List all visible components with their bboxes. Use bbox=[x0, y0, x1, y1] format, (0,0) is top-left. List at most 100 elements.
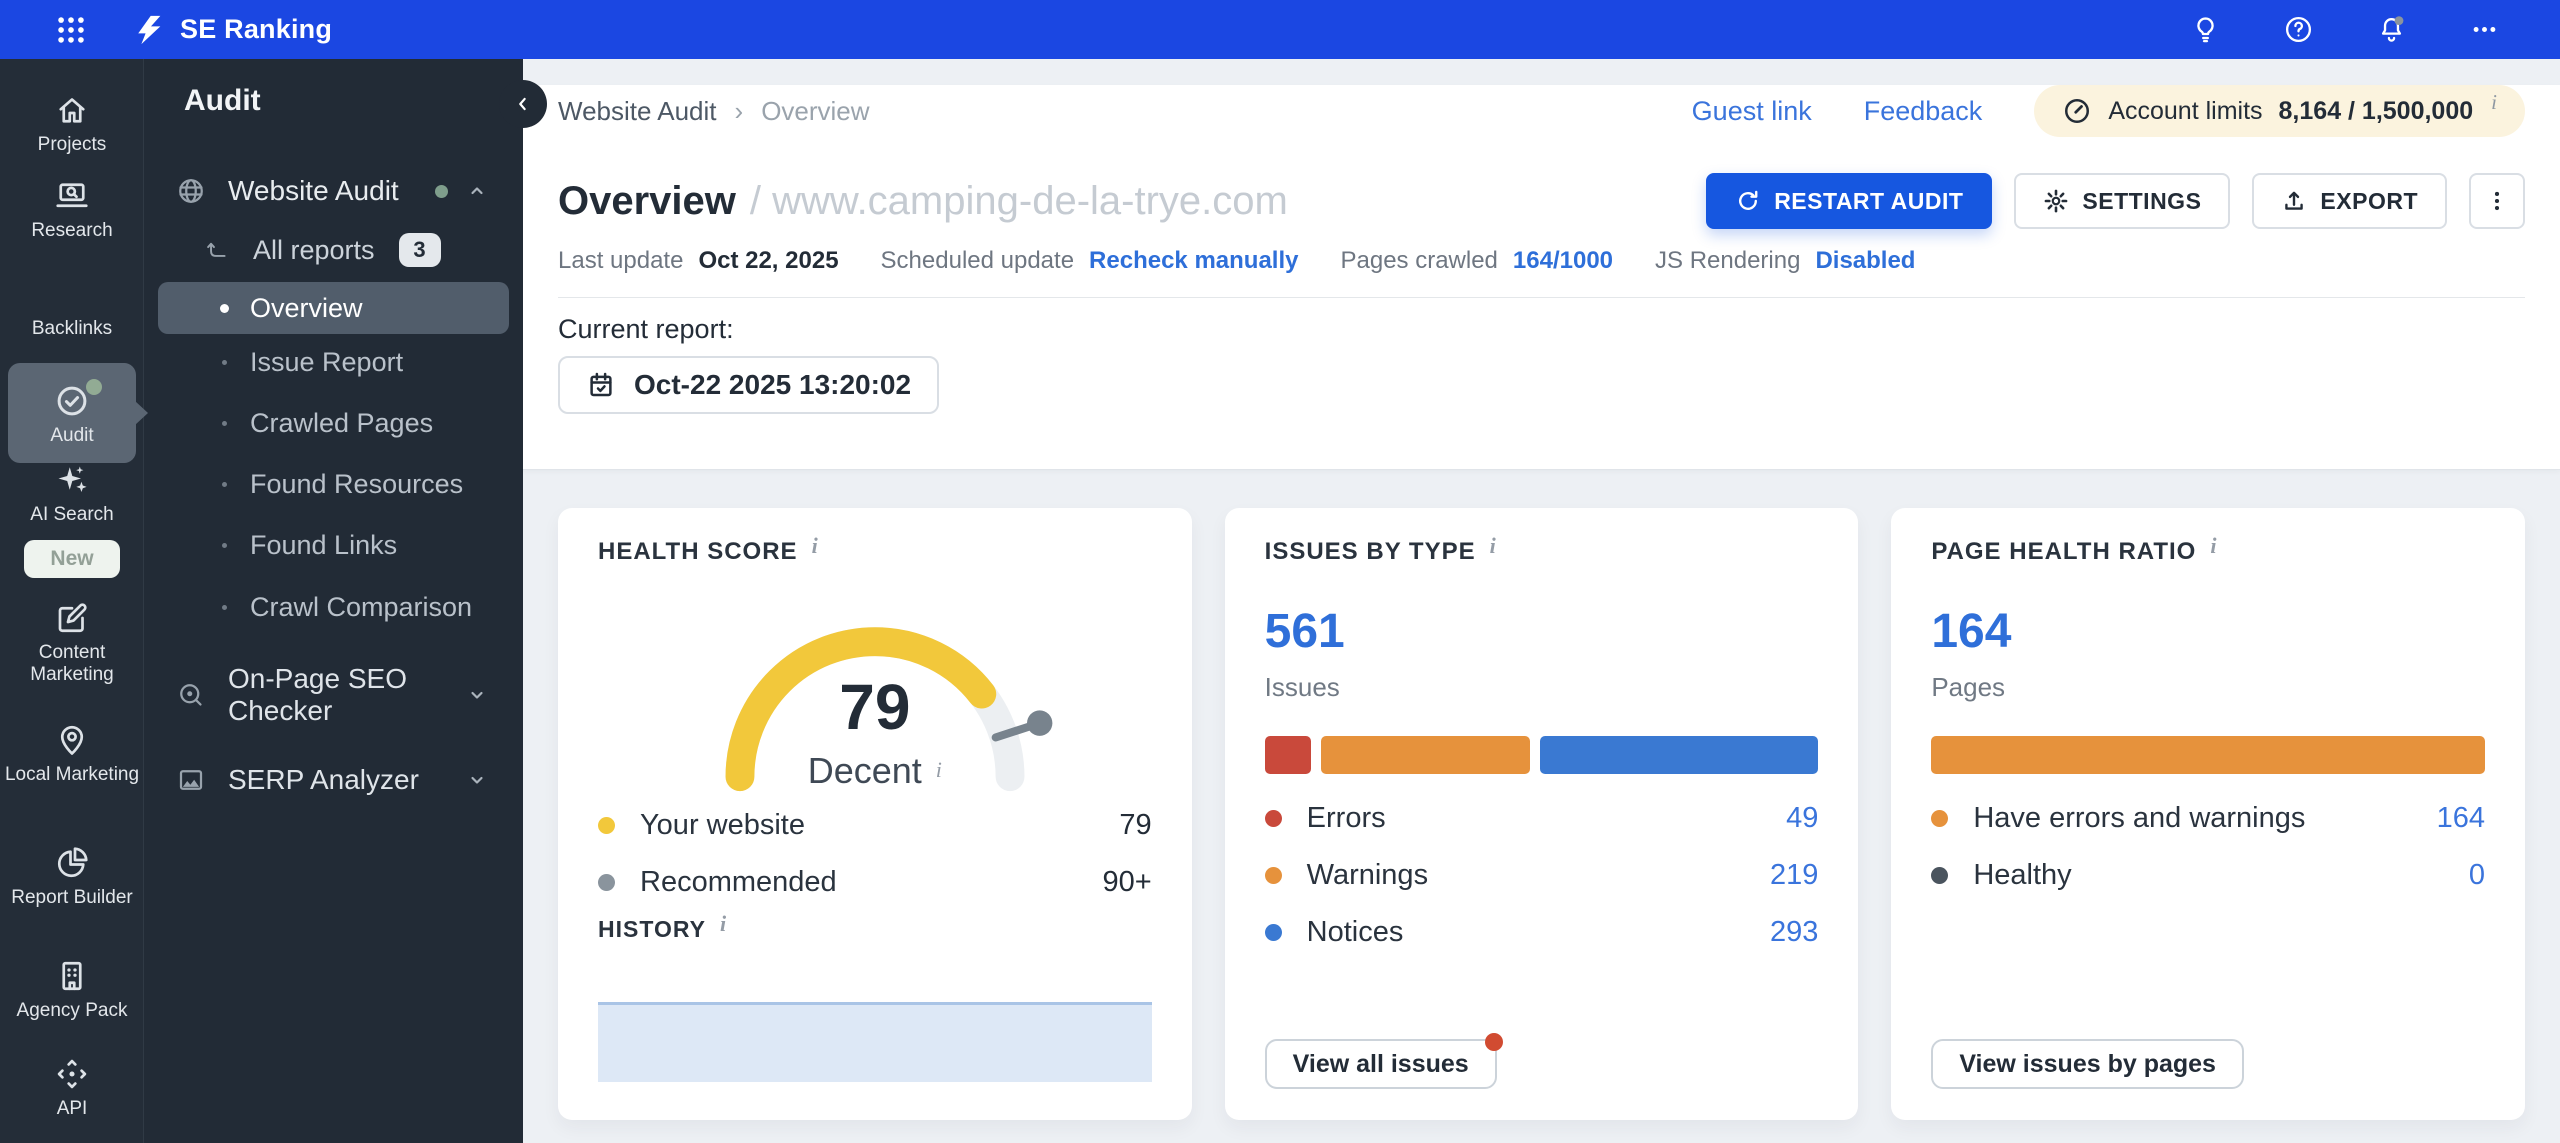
legend-value[interactable]: 164 bbox=[2437, 802, 2485, 835]
page-header: Website Audit › Overview Guest link Feed… bbox=[523, 85, 2560, 470]
view-issues-by-pages-button[interactable]: View issues by pages bbox=[1931, 1039, 2244, 1089]
speedometer-icon bbox=[2062, 96, 2092, 126]
nav-item-label: On-Page SEO Checker bbox=[228, 663, 407, 726]
apps-grid-icon[interactable] bbox=[54, 13, 88, 47]
rail-item-label: Local Marketing bbox=[4, 764, 140, 785]
nav-item-overview[interactable]: Overview bbox=[158, 282, 509, 334]
account-limits-pill[interactable]: Account limits 8,164 / 1,500,000 i bbox=[2034, 85, 2525, 137]
nav-item-serp-analyzer[interactable]: SERP Analyzer bbox=[144, 753, 523, 807]
ideas-lightbulb-icon[interactable] bbox=[2190, 14, 2221, 45]
sidebar-collapse-button[interactable] bbox=[499, 80, 547, 128]
legend-value[interactable]: 293 bbox=[1770, 916, 1818, 949]
meta-label: Last update bbox=[558, 247, 684, 274]
meta-value[interactable]: Recheck manually bbox=[1089, 247, 1298, 275]
agency-icon bbox=[54, 958, 90, 994]
rail-item-local-marketing[interactable]: Local Marketing bbox=[0, 722, 144, 786]
nav-item-crawled-pages[interactable]: Crawled Pages bbox=[144, 397, 523, 449]
info-icon[interactable]: i bbox=[2491, 90, 2497, 115]
meta-value: Oct 22, 2025 bbox=[698, 247, 839, 274]
nav-item-website-audit[interactable]: Website Audit bbox=[144, 164, 523, 218]
meta-js-rendering: JS Rendering Disabled bbox=[1655, 247, 1915, 275]
info-icon[interactable]: i bbox=[1490, 533, 1497, 558]
rail-item-label: Report Builder bbox=[11, 887, 133, 908]
help-icon[interactable] bbox=[2283, 14, 2314, 45]
health-score-grade: Decent i bbox=[807, 750, 942, 791]
search-dot-icon bbox=[176, 680, 206, 710]
legend-row: Recommended 90+ bbox=[598, 854, 1152, 911]
meta-value[interactable]: Disabled bbox=[1815, 247, 1915, 275]
report-date: Oct-22 2025 13:20:02 bbox=[634, 369, 912, 400]
home-icon bbox=[54, 92, 90, 128]
nav-item-found-links[interactable]: Found Links bbox=[144, 519, 523, 571]
rail-item-research[interactable]: Research bbox=[0, 178, 144, 242]
account-limits-label: Account limits bbox=[2108, 96, 2263, 125]
meta-label: JS Rendering bbox=[1655, 247, 1801, 274]
restart-audit-button[interactable]: RESTART AUDIT bbox=[1706, 173, 1993, 229]
more-menu-icon[interactable] bbox=[2469, 14, 2500, 45]
legend-dot-icon bbox=[1264, 867, 1282, 884]
rail-item-content-marketing[interactable]: Content Marketing bbox=[0, 600, 144, 686]
legend-label: Have errors and warnings bbox=[1973, 802, 2306, 834]
rail-item-label: Agency Pack bbox=[16, 1000, 128, 1021]
nav-item-issue-report[interactable]: Issue Report bbox=[144, 336, 523, 388]
rail-item-label: Backlinks bbox=[31, 318, 113, 339]
info-icon[interactable]: i bbox=[936, 757, 942, 782]
settings-button[interactable]: SETTINGS bbox=[2014, 173, 2231, 229]
rail-item-projects[interactable]: Projects bbox=[0, 92, 144, 156]
feedback-link[interactable]: Feedback bbox=[1864, 96, 1983, 127]
legend-row: Notices 293 bbox=[1264, 904, 1818, 961]
current-report-label: Current report: bbox=[558, 314, 734, 344]
research-icon bbox=[54, 178, 90, 214]
refresh-icon bbox=[1735, 188, 1761, 214]
rail-item-agency-pack[interactable]: Agency Pack bbox=[0, 958, 144, 1022]
report-date-selector[interactable]: Oct-22 2025 13:20:02 bbox=[558, 356, 940, 414]
nav-item-all-reports[interactable]: All reports 3 bbox=[144, 224, 523, 276]
chevron-down-icon[interactable] bbox=[465, 768, 489, 792]
export-button[interactable]: EXPORT bbox=[2252, 173, 2447, 229]
legend-label: Healthy bbox=[1973, 859, 2072, 891]
chevron-up-icon[interactable] bbox=[465, 179, 489, 203]
topbar-actions bbox=[2190, 14, 2500, 45]
main-content: Website Audit › Overview Guest link Feed… bbox=[499, 59, 2560, 1143]
legend-label: Your website bbox=[640, 809, 805, 841]
breadcrumb-website-audit[interactable]: Website Audit bbox=[558, 96, 717, 127]
kebab-menu-button[interactable] bbox=[2469, 173, 2525, 229]
history-label: HISTORY i bbox=[598, 911, 728, 942]
rail-item-report-builder[interactable]: Report Builder bbox=[0, 845, 144, 909]
globe-icon bbox=[176, 176, 206, 206]
bullet-icon bbox=[222, 359, 227, 365]
legend-row: Errors 49 bbox=[1264, 790, 1818, 847]
rail-item-backlinks[interactable]: Backlinks bbox=[0, 312, 144, 340]
guest-link[interactable]: Guest link bbox=[1692, 96, 1812, 127]
legend-value[interactable]: 219 bbox=[1770, 859, 1818, 892]
report-icon bbox=[54, 845, 90, 881]
notifications-bell-icon[interactable] bbox=[2376, 14, 2407, 45]
health-legend: Your website 79 Recommended 90+ bbox=[598, 797, 1152, 911]
view-all-issues-button[interactable]: View all issues bbox=[1264, 1033, 1503, 1089]
nav-item-on-page-seo-checker[interactable]: On-Page SEO Checker bbox=[144, 655, 523, 735]
nav-item-label: Issue Report bbox=[250, 346, 404, 377]
info-icon[interactable]: i bbox=[720, 911, 727, 936]
legend-dot-icon bbox=[1931, 810, 1949, 827]
rail-item-audit[interactable]: Audit bbox=[8, 363, 148, 463]
nav-item-label: SERP Analyzer bbox=[228, 764, 419, 795]
brand-name: SE Ranking bbox=[180, 14, 333, 44]
chevron-down-icon[interactable] bbox=[465, 683, 489, 707]
rail-item-label: AI Search bbox=[30, 504, 114, 525]
bar-segment-notices bbox=[1539, 736, 1819, 774]
nav-item-crawl-comparison[interactable]: Crawl Comparison bbox=[144, 581, 523, 633]
meta-value[interactable]: 164/1000 bbox=[1513, 247, 1613, 275]
return-arrow-icon bbox=[204, 237, 230, 263]
info-icon[interactable]: i bbox=[2210, 533, 2217, 558]
issues-total-label: Issues bbox=[1264, 672, 1340, 702]
rail-item-api[interactable]: API bbox=[0, 1056, 144, 1120]
legend-value[interactable]: 49 bbox=[1786, 802, 1818, 835]
brand-logo[interactable]: SE Ranking bbox=[132, 13, 332, 47]
legend-row: Your website 79 bbox=[598, 797, 1152, 854]
nav-item-found-resources[interactable]: Found Resources bbox=[144, 458, 523, 510]
rail-item-ai-search[interactable]: AI Search New bbox=[0, 462, 144, 578]
legend-value: 90+ bbox=[1102, 866, 1152, 898]
legend-value[interactable]: 0 bbox=[2469, 859, 2485, 892]
legend-dot-icon bbox=[598, 874, 615, 891]
health-score-gauge: 79 Decent i bbox=[558, 532, 1192, 832]
